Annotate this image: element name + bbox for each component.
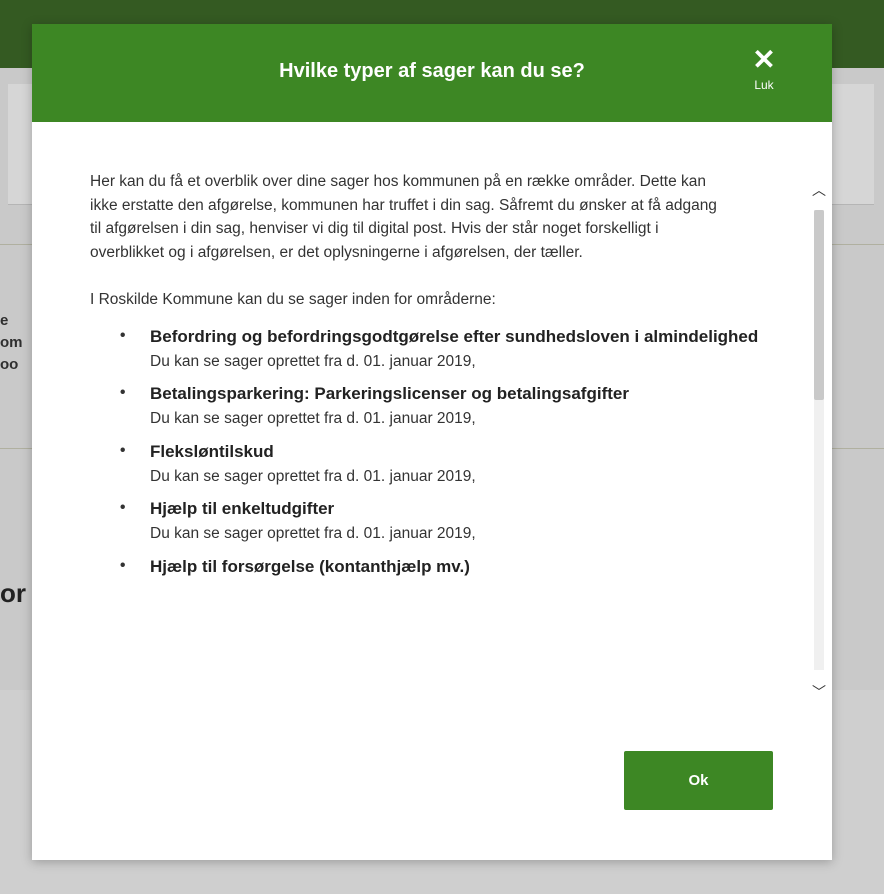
area-note: Du kan se sager oprettet fra d. 01. janu…: [150, 352, 476, 370]
chevron-up-icon[interactable]: ︿: [812, 180, 826, 200]
case-types-dialog: Hvilke typer af sager kan du se? ✕ Luk H…: [32, 24, 832, 860]
area-title: Hjælp til forsørgelse (kontanthjælp mv.): [150, 556, 470, 576]
scrollbar-thumb[interactable]: [814, 210, 824, 400]
area-note: Du kan se sager oprettet fra d. 01. janu…: [150, 525, 476, 542]
list-item: • Betalingsparkering: Parkeringslicenser…: [120, 381, 790, 431]
ok-button[interactable]: Ok: [624, 751, 773, 810]
close-button[interactable]: ✕ Luk: [740, 46, 788, 98]
bullet-icon: •: [120, 441, 126, 459]
bullet-icon: •: [120, 499, 126, 516]
close-label: Luk: [754, 78, 774, 92]
list-item: • Hjælp til enkeltudgifter Du kan se sag…: [120, 496, 790, 546]
bullet-icon: •: [120, 326, 126, 344]
bullet-icon: •: [120, 556, 126, 574]
list-item: • Fleksløntilskud Du kan se sager oprett…: [120, 439, 790, 489]
area-note: Du kan se sager oprettet fra d. 01. janu…: [150, 467, 476, 485]
close-icon: ✕: [752, 44, 776, 75]
dialog-scrollbar[interactable]: ︿ ﹀: [810, 170, 828, 710]
dialog-title: Hvilke typer af sager kan du se?: [279, 59, 585, 82]
list-item: • Befordring og befordringsgodtgørelse e…: [120, 324, 790, 374]
dialog-header: Hvilke typer af sager kan du se? ✕ Luk: [32, 24, 832, 122]
list-item: • Hjælp til forsørgelse (kontanthjælp mv…: [120, 554, 790, 580]
area-title: Betalingsparkering: Parkeringslicenser o…: [150, 384, 629, 403]
area-title: Befordring og befordringsgodtgørelse eft…: [150, 326, 759, 346]
areas-intro-text: I Roskilde Kommune kan du se sager inden…: [90, 291, 496, 308]
bullet-icon: •: [120, 384, 126, 401]
chevron-down-icon[interactable]: ﹀: [812, 682, 826, 702]
intro-text: Her kan du få et overblik over dine sage…: [90, 173, 717, 261]
area-note: Du kan se sager oprettet fra d. 01. janu…: [150, 410, 476, 427]
areas-list: • Befordring og befordringsgodtgørelse e…: [90, 324, 790, 580]
area-title: Hjælp til enkeltudgifter: [150, 499, 335, 518]
dialog-body[interactable]: Her kan du få et overblik over dine sage…: [90, 170, 790, 710]
area-title: Fleksløntilskud: [150, 441, 274, 461]
